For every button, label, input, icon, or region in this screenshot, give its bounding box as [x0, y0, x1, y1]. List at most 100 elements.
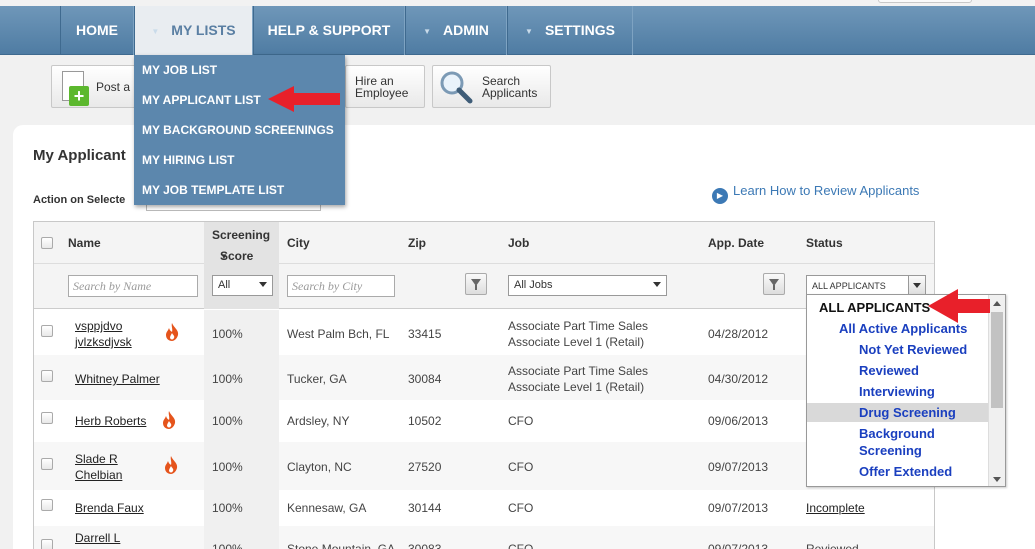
app-date-cell: 04/30/2012 — [708, 372, 769, 386]
nav-admin[interactable]: ▼ ADMIN — [405, 6, 507, 55]
applicant-name-line1[interactable]: Slade R — [75, 452, 118, 466]
option-background[interactable]: Background — [859, 425, 935, 442]
screening-score: 100% — [212, 414, 243, 428]
row-checkbox[interactable] — [41, 412, 53, 424]
applicant-name[interactable]: vsppjdvo jvlzksdjvsk — [75, 318, 132, 350]
option-reviewed[interactable]: Reviewed — [859, 362, 919, 379]
city-cell: West Palm Bch, FL — [287, 327, 390, 341]
status-cell: Reviewed — [806, 542, 859, 549]
option-all-applicants[interactable]: ALL APPLICANTS — [819, 299, 930, 316]
zip-filter-button[interactable] — [465, 273, 487, 295]
job-select[interactable]: All Jobs — [508, 275, 667, 296]
col-job[interactable]: Job — [508, 236, 529, 250]
table-row[interactable]: Herb Roberts 100% Ardsley, NY 10502 CFO … — [34, 400, 934, 442]
top-tab[interactable] — [878, 0, 972, 3]
page-title: My Applicant — [33, 147, 126, 164]
table-row[interactable]: Slade R Chelbian 100% Clayton, NC 27520 C… — [34, 442, 934, 490]
scroll-up-icon[interactable] — [993, 301, 1001, 306]
applicant-name-line1[interactable]: Herb Roberts — [75, 414, 146, 428]
applicant-name[interactable]: Slade R Chelbian — [75, 451, 122, 483]
status-select-value: ALL APPLICANTS — [812, 281, 886, 291]
post-job-label: Post a — [96, 80, 131, 94]
col-screening-score[interactable]: Screening Score ▼ — [204, 222, 279, 264]
job-cell: CFO — [508, 542, 534, 549]
applicant-name[interactable]: Whitney Palmer — [75, 371, 160, 387]
hire-employee-button[interactable]: Hire an Employee — [345, 65, 425, 108]
nav-settings[interactable]: ▼ SETTINGS — [507, 6, 633, 55]
applicant-name-line2[interactable]: jvlzksdjvsk — [75, 335, 132, 349]
hot-applicant-icon — [163, 411, 176, 429]
caret-icon: ▼ — [151, 26, 160, 36]
menu-my-background-screenings[interactable]: MY BACKGROUND SCREENINGS — [142, 123, 334, 137]
menu-my-applicant-list[interactable]: MY APPLICANT LIST — [142, 93, 261, 107]
job-line1: Associate Part Time Sales — [508, 364, 649, 378]
screening-score: 100% — [212, 327, 243, 341]
nav-my-lists[interactable]: ▼ MY LISTS — [134, 6, 253, 55]
caret-icon: ▼ — [423, 26, 432, 36]
applicant-name-line2[interactable]: Chelbian — [75, 468, 122, 482]
city-search-input[interactable]: Search by City — [287, 275, 395, 297]
applicant-name-line1[interactable]: Darrell L — [75, 531, 120, 545]
nav-help-support[interactable]: HELP & SUPPORT — [253, 6, 405, 55]
sort-caret-icon: ▼ — [220, 252, 228, 261]
applicant-name-line1[interactable]: Whitney Palmer — [75, 372, 160, 386]
row-checkbox[interactable] — [41, 370, 53, 382]
city-cell: Kennesaw, GA — [287, 501, 367, 515]
job-line2: Associate Level 1 (Retail) — [508, 335, 645, 349]
scroll-thumb[interactable] — [991, 312, 1003, 408]
applicant-name-line1[interactable]: vsppjdvo — [75, 319, 122, 333]
action-label: Action on Selecte — [33, 194, 126, 206]
table-row[interactable]: Darrell L 100% Stone Mountain, GA 30083 … — [34, 526, 934, 549]
col-app-date[interactable]: App. Date — [708, 236, 764, 250]
col-zip[interactable]: Zip — [408, 236, 426, 250]
col-city[interactable]: City — [287, 236, 310, 250]
status-link[interactable]: Incomplete — [806, 501, 865, 515]
post-job-button[interactable]: + Post a — [51, 65, 141, 108]
option-screening[interactable]: Screening — [859, 442, 922, 459]
menu-my-hiring-list[interactable]: MY HIRING LIST — [142, 153, 234, 167]
search-applicants-button[interactable]: Search Applicants — [432, 65, 551, 108]
nav-help-label: HELP & SUPPORT — [267, 22, 391, 38]
menu-my-job-list[interactable]: MY JOB LIST — [142, 63, 217, 77]
option-not-yet-reviewed[interactable]: Not Yet Reviewed — [859, 341, 967, 358]
row-checkbox[interactable] — [41, 325, 53, 337]
nav-admin-label: ADMIN — [443, 22, 489, 38]
filter-row: Search by Name All Search by City All Jo… — [34, 264, 934, 309]
col-name[interactable]: Name — [68, 236, 101, 250]
applicant-name-line1[interactable]: Brenda Faux — [75, 501, 144, 515]
status-cell[interactable]: Incomplete — [806, 500, 865, 516]
row-checkbox[interactable] — [41, 539, 53, 549]
zip-cell: 30084 — [408, 372, 442, 386]
app-date-cell: 09/07/2013 — [708, 460, 769, 474]
applicant-table: Name Screening Score ▼ City Zip Job App.… — [33, 221, 935, 549]
date-filter-button[interactable] — [763, 273, 785, 295]
nav-my-lists-label: MY LISTS — [171, 22, 236, 38]
row-checkbox[interactable] — [41, 458, 53, 470]
table-row[interactable]: Brenda Faux 100% Kennesaw, GA 30144 CFO … — [34, 490, 934, 526]
job-cell: CFO — [508, 501, 534, 515]
table-row[interactable]: Whitney Palmer 100% Tucker, GA 30084 Ass… — [34, 355, 934, 400]
option-drug-screening[interactable]: Drug Screening — [859, 404, 956, 421]
status-select[interactable]: ALL APPLICANTS — [806, 275, 926, 296]
select-all-checkbox[interactable] — [41, 237, 53, 249]
scroll-down-icon[interactable] — [993, 477, 1001, 482]
table-row[interactable]: vsppjdvo jvlzksdjvsk 100% West Palm Bch, … — [34, 310, 934, 355]
learn-link[interactable]: ▶ Learn How to Review Applicants — [712, 183, 919, 204]
row-checkbox[interactable] — [41, 499, 53, 511]
menu-my-job-template-list[interactable]: MY JOB TEMPLATE LIST — [142, 183, 284, 197]
applicant-name[interactable]: Brenda Faux — [75, 500, 144, 516]
screening-score: 100% — [212, 501, 243, 515]
applicant-name[interactable]: Herb Roberts — [75, 413, 146, 429]
annotation-arrow-icon — [928, 289, 990, 323]
app-date-cell: 09/07/2013 — [708, 501, 769, 515]
job-select-value: All Jobs — [514, 279, 553, 291]
name-search-input[interactable]: Search by Name — [68, 275, 198, 297]
col-status[interactable]: Status — [806, 236, 843, 250]
city-cell: Ardsley, NY — [287, 414, 350, 428]
caret-icon: ▼ — [525, 26, 533, 36]
nav-home[interactable]: HOME — [60, 6, 134, 55]
option-offer-extended[interactable]: Offer Extended — [859, 463, 952, 480]
score-select[interactable]: All — [212, 275, 273, 296]
option-interviewing[interactable]: Interviewing — [859, 383, 935, 400]
applicant-name[interactable]: Darrell L — [75, 530, 120, 546]
